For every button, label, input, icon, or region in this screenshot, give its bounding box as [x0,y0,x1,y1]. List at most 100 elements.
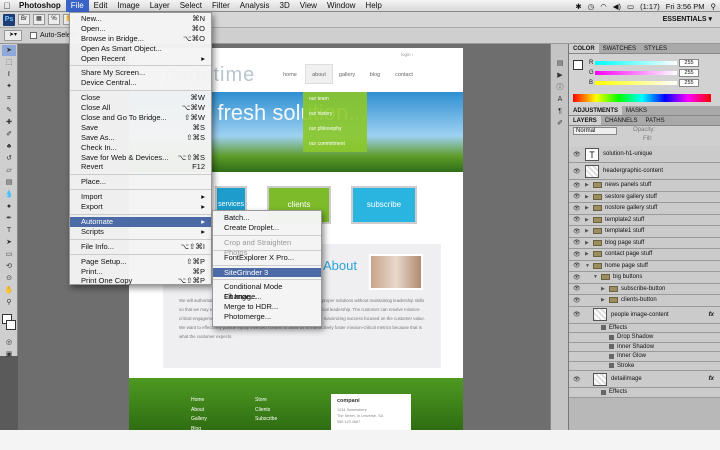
disclosure-triangle-icon[interactable]: ▶ [585,217,593,223]
menu-filter[interactable]: Filter [207,0,235,12]
visibility-eye-icon[interactable]: 👁 [573,251,581,258]
sync-icon[interactable]: ◷ [588,2,595,11]
file-menu-item[interactable]: Import ▸ [70,192,211,202]
automate-menu-item[interactable]: Batch... [213,213,321,223]
file-menu-item[interactable]: Open As Smart Object... [70,44,211,54]
file-menu-item[interactable]: Check In... [70,143,211,153]
zoom-level-icon[interactable]: % [48,14,60,25]
layer-row[interactable]: 👁 ▶ clients-button [569,295,720,307]
move-tool-icon[interactable]: ➤ [2,45,16,56]
brushes-panel-icon[interactable]: ✐ [553,118,567,129]
menu-help[interactable]: Help [360,0,386,12]
view-extras-icon[interactable]: ▦ [33,14,45,25]
history-panel-icon[interactable]: ▤ [553,58,567,69]
file-menu-item[interactable]: Save As... ⇧⌘S [70,133,211,143]
menu-view[interactable]: View [295,0,322,12]
move-tool-preset-icon[interactable]: ➤▾ [4,30,22,41]
layer-row[interactable]: 👁 ▶ nostore gallery stuff [569,203,720,215]
layer-row[interactable]: 👁 ▼ home page stuff [569,260,720,272]
fx-icon[interactable]: fx [709,376,714,382]
background-color[interactable] [6,320,16,330]
visibility-eye-icon[interactable]: 👁 [573,285,581,292]
color-swatches[interactable] [0,312,17,336]
disclosure-triangle-icon[interactable]: ▼ [593,274,601,280]
visibility-eye-icon[interactable]: 👁 [573,297,581,304]
visibility-eye-icon[interactable]: 👁 [573,274,581,281]
automate-menu-item[interactable]: Photomerge... [213,312,321,322]
layer-row[interactable]: Inner Shadow [569,342,720,352]
file-menu-item[interactable]: Export ▸ [70,202,211,212]
slider-b[interactable] [595,81,677,85]
visibility-eye-icon[interactable]: 👁 [573,168,581,175]
automate-menu-item[interactable]: Fit Image... [213,292,321,302]
menu-select[interactable]: Select [175,0,207,12]
tab-swatches[interactable]: SWATCHES [599,44,640,53]
screen-mode-icon[interactable]: ▣ [2,349,16,360]
automate-menu-item[interactable]: Conditional Mode Change... [213,282,321,301]
quick-mask-icon[interactable]: ◎ [2,337,16,348]
visibility-eye-icon[interactable]: 👁 [573,311,581,318]
file-menu-item[interactable]: Save for Web & Devices... ⌥⇧⌘S [70,153,211,163]
layer-row[interactable]: Effects [569,323,720,333]
menu-image[interactable]: Image [112,0,144,12]
actions-panel-icon[interactable]: ▶ [553,70,567,81]
disclosure-triangle-icon[interactable]: ▶ [585,240,593,246]
tab-styles[interactable]: STYLES [640,44,671,53]
auto-select-checkbox[interactable] [30,32,37,39]
automate-menu-item[interactable]: FontExplorer X Pro... [213,253,321,263]
magic-wand-icon[interactable]: ✦ [2,81,16,92]
disclosure-triangle-icon[interactable]: ▶ [585,205,593,211]
visibility-eye-icon[interactable]: 👁 [573,376,581,383]
tab-color[interactable]: COLOR [569,44,599,53]
healing-brush-icon[interactable]: ✚ [2,117,16,128]
menu-window[interactable]: Window [322,0,360,12]
lasso-tool-icon[interactable]: ℓ [2,69,16,80]
file-menu-item[interactable]: Print... ⌘P [70,267,211,277]
disclosure-triangle-icon[interactable]: ▶ [601,286,609,292]
layer-row[interactable]: 👁 ▶ template1 stuff [569,226,720,238]
tab-masks[interactable]: MASKS [622,106,651,115]
file-menu-item[interactable]: Close All ⌥⌘W [70,103,211,113]
slider-r[interactable] [595,61,677,65]
automate-menu-item[interactable]: SiteGrinder 3 [213,267,321,278]
visibility-eye-icon[interactable]: 👁 [573,239,581,246]
layer-row[interactable]: 👁 headergraphic-content [569,163,720,180]
file-menu-item[interactable]: Share My Screen... [70,68,211,78]
character-panel-icon[interactable]: A [553,94,567,105]
gradient-tool-icon[interactable]: ▤ [2,177,16,188]
file-menu-item[interactable]: Save ⌘S [70,123,211,133]
disclosure-triangle-icon[interactable]: ▶ [585,182,593,188]
input-g[interactable]: 255 [679,69,699,77]
visibility-eye-icon[interactable]: 👁 [573,205,581,212]
color-spectrum[interactable] [573,94,711,102]
workspace-switcher[interactable]: ESSENTIALS ▾ [663,15,712,23]
file-menu-item[interactable]: Browse in Bridge... ⌥⌘O [70,34,211,44]
wifi-icon[interactable]: ◠ [600,2,607,11]
eyedropper-icon[interactable]: ✎ [2,105,16,116]
paragraph-panel-icon[interactable]: ¶ [553,106,567,117]
hand-tool-icon[interactable]: ✋ [2,285,16,296]
file-menu-item[interactable]: File Info... ⌥⇧⌘I [70,242,211,252]
blend-mode-select[interactable]: Normal [573,127,617,135]
bluetooth-icon[interactable]: ✱ [575,2,581,11]
input-b[interactable]: 255 [679,79,699,87]
layer-row[interactable]: Effects [569,388,720,398]
spotlight-icon[interactable]: ⚲ [711,2,717,11]
visibility-eye-icon[interactable]: 👁 [573,193,581,200]
file-menu-item[interactable]: Page Setup... ⇧⌘P [70,257,211,267]
volume-icon[interactable]: ◀) [613,2,621,11]
file-menu-item[interactable]: Scripts ▸ [70,227,211,237]
file-menu-item[interactable]: New... ⌘N [70,14,211,24]
layer-row[interactable]: 👁 ▶ subscribe-button [569,283,720,295]
automate-menu-item[interactable]: Create Droplet... [213,223,321,233]
menu-3d[interactable]: 3D [275,0,295,12]
layer-row[interactable]: 👁 ▶ contact page stuff [569,249,720,261]
menu-file[interactable]: File [65,0,89,12]
disclosure-triangle-icon[interactable]: ▶ [585,228,593,234]
brush-tool-icon[interactable]: ✐ [2,129,16,140]
shape-tool-icon[interactable]: ▭ [2,249,16,260]
visibility-eye-icon[interactable]: 👁 [573,216,581,223]
info-panel-icon[interactable]: ⓘ [553,82,567,93]
layer-row[interactable]: 👁 ▼ big buttons [569,272,720,284]
file-menu-item[interactable]: Automate ▸ [70,217,211,227]
